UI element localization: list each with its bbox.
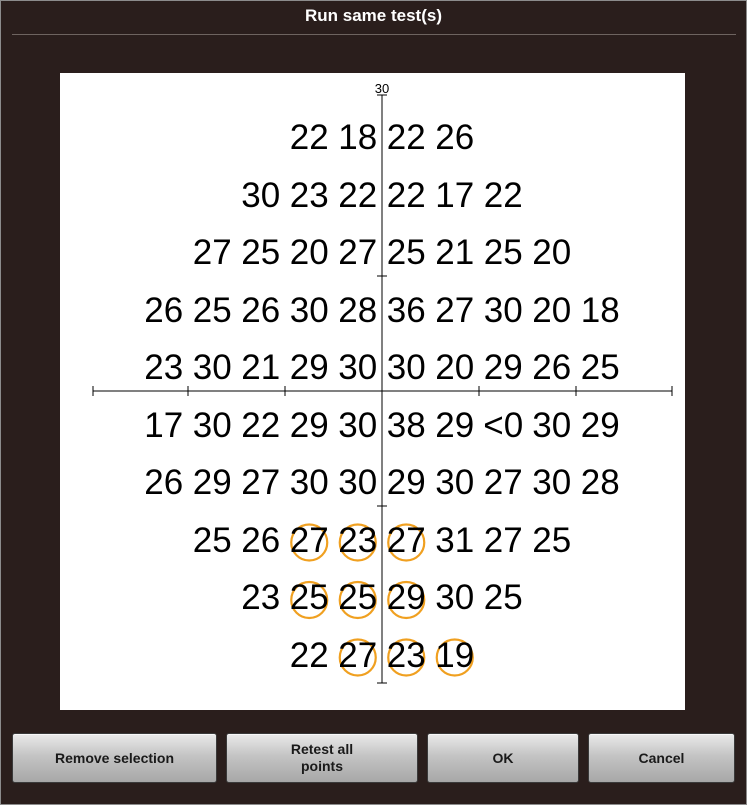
retest-all-points-button[interactable]: Retest all points [226, 733, 418, 783]
threshold-value[interactable]: 25 [332, 578, 384, 618]
threshold-value[interactable]: 27 [332, 233, 384, 273]
threshold-value[interactable]: 27 [235, 463, 287, 503]
threshold-value[interactable]: 30 [477, 291, 529, 331]
threshold-value[interactable]: 29 [380, 463, 432, 503]
threshold-value[interactable]: 38 [380, 406, 432, 446]
threshold-value[interactable]: 23 [332, 521, 384, 561]
ok-button[interactable]: OK [427, 733, 579, 783]
threshold-value[interactable]: 31 [429, 521, 481, 561]
title-divider [12, 34, 736, 35]
threshold-value[interactable]: 30 [332, 406, 384, 446]
threshold-value[interactable]: 27 [283, 521, 335, 561]
threshold-value[interactable]: 27 [477, 521, 529, 561]
cancel-label: Cancel [638, 749, 685, 766]
threshold-value[interactable]: 27 [429, 291, 481, 331]
threshold-value[interactable]: 29 [283, 406, 335, 446]
threshold-value[interactable]: 30 [186, 406, 238, 446]
cancel-button[interactable]: Cancel [588, 733, 735, 783]
threshold-value[interactable]: 30 [332, 348, 384, 388]
threshold-value[interactable]: 25 [526, 521, 578, 561]
threshold-value[interactable]: 29 [380, 578, 432, 618]
threshold-value[interactable]: 26 [235, 521, 287, 561]
threshold-value[interactable]: 30 [283, 291, 335, 331]
threshold-value[interactable]: 29 [574, 406, 626, 446]
threshold-value[interactable]: 26 [138, 291, 190, 331]
threshold-value[interactable]: 17 [429, 176, 481, 216]
dialog-title: Run same test(s) [305, 6, 442, 25]
threshold-value[interactable]: 30 [186, 348, 238, 388]
threshold-value[interactable]: <0 [477, 406, 529, 446]
threshold-value[interactable]: 22 [235, 406, 287, 446]
ok-label: OK [492, 749, 514, 766]
threshold-value[interactable]: 25 [477, 233, 529, 273]
threshold-value[interactable]: 28 [574, 463, 626, 503]
threshold-value[interactable]: 18 [332, 118, 384, 158]
threshold-value[interactable]: 25 [283, 578, 335, 618]
threshold-value[interactable]: 18 [574, 291, 626, 331]
threshold-value[interactable]: 25 [235, 233, 287, 273]
threshold-value[interactable]: 30 [429, 578, 481, 618]
threshold-value[interactable]: 22 [332, 176, 384, 216]
threshold-value[interactable]: 21 [429, 233, 481, 273]
threshold-value[interactable]: 19 [429, 636, 481, 676]
retest-all-label-line2: points [301, 758, 343, 774]
threshold-value[interactable]: 27 [380, 521, 432, 561]
threshold-value[interactable]: 22 [477, 176, 529, 216]
threshold-value[interactable]: 27 [186, 233, 238, 273]
threshold-value[interactable]: 25 [380, 233, 432, 273]
remove-selection-label: Remove selection [54, 749, 175, 766]
threshold-value[interactable]: 26 [429, 118, 481, 158]
threshold-value[interactable]: 20 [526, 291, 578, 331]
threshold-value[interactable]: 30 [332, 463, 384, 503]
threshold-value[interactable]: 30 [380, 348, 432, 388]
threshold-value[interactable]: 23 [283, 176, 335, 216]
threshold-value[interactable]: 27 [477, 463, 529, 503]
threshold-value[interactable]: 21 [235, 348, 287, 388]
threshold-value[interactable]: 30 [235, 176, 287, 216]
threshold-value[interactable]: 23 [138, 348, 190, 388]
threshold-value[interactable]: 29 [186, 463, 238, 503]
threshold-value[interactable]: 20 [283, 233, 335, 273]
threshold-value[interactable]: 30 [526, 406, 578, 446]
threshold-value[interactable]: 26 [235, 291, 287, 331]
remove-selection-button[interactable]: Remove selection [12, 733, 217, 783]
axis-label-top: 30 [374, 81, 390, 96]
threshold-value[interactable]: 22 [380, 176, 432, 216]
threshold-value[interactable]: 26 [138, 463, 190, 503]
threshold-value[interactable]: 22 [283, 636, 335, 676]
threshold-value[interactable]: 29 [477, 348, 529, 388]
threshold-value[interactable]: 20 [429, 348, 481, 388]
threshold-value[interactable]: 23 [380, 636, 432, 676]
threshold-value[interactable]: 26 [526, 348, 578, 388]
threshold-value[interactable]: 20 [526, 233, 578, 273]
threshold-value[interactable]: 25 [186, 521, 238, 561]
threshold-value[interactable]: 30 [526, 463, 578, 503]
threshold-value[interactable]: 25 [574, 348, 626, 388]
threshold-value[interactable]: 17 [138, 406, 190, 446]
threshold-value[interactable]: 29 [283, 348, 335, 388]
threshold-value[interactable]: 30 [283, 463, 335, 503]
threshold-value[interactable]: 22 [380, 118, 432, 158]
threshold-value[interactable]: 25 [186, 291, 238, 331]
threshold-value[interactable]: 22 [283, 118, 335, 158]
threshold-value[interactable]: 30 [429, 463, 481, 503]
retest-all-label-line1: Retest all [290, 741, 354, 757]
threshold-value[interactable]: 28 [332, 291, 384, 331]
threshold-value[interactable]: 27 [332, 636, 384, 676]
threshold-value[interactable]: 23 [235, 578, 287, 618]
threshold-value[interactable]: 25 [477, 578, 529, 618]
visual-field-map[interactable]: 30 22 18 22 26 30 23 22 22 17 22 27 25 20 27 25 21 25 20 2… [60, 73, 685, 710]
threshold-value[interactable]: 36 [380, 291, 432, 331]
threshold-value[interactable]: 29 [429, 406, 481, 446]
